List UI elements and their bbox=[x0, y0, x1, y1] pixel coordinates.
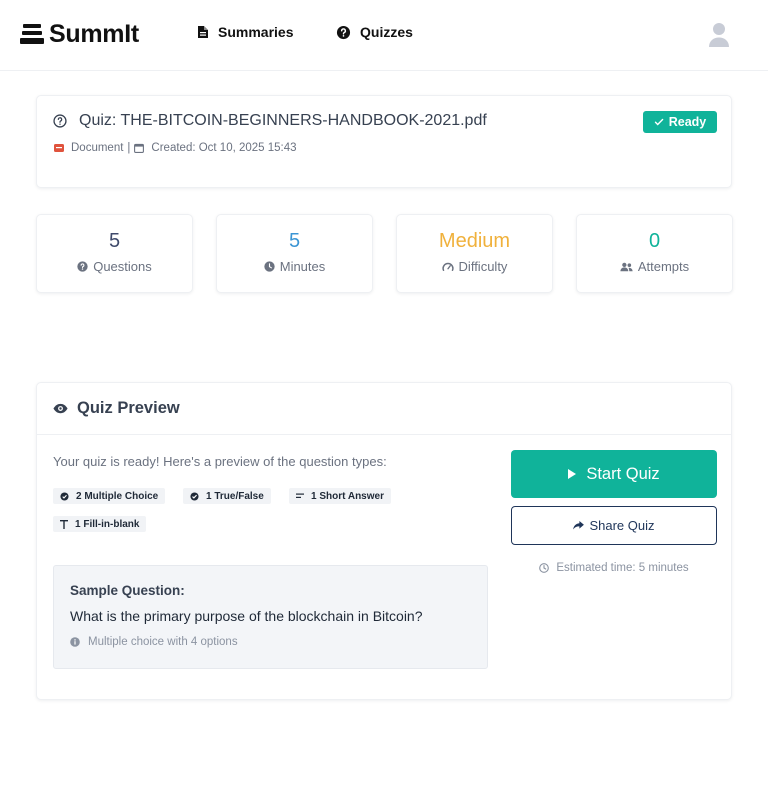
created-date: Created: Oct 10, 2025 15:43 bbox=[151, 142, 297, 154]
chip-fill-in-blank: 1 Fill-in-blank bbox=[53, 516, 147, 532]
status-badge-label: Ready bbox=[668, 115, 707, 129]
chip-label: 2 Multiple Choice bbox=[76, 490, 159, 502]
stat-card-minutes: 5 Minutes bbox=[216, 214, 373, 293]
stat-card-difficulty: Medium Difficulty bbox=[396, 214, 553, 293]
source-type: Document bbox=[71, 142, 124, 154]
stat-label: Minutes bbox=[279, 259, 326, 274]
quiz-title: Quiz: THE-BITCOIN-BEGINNERS-HANDBOOK-202… bbox=[79, 112, 487, 129]
clock-icon bbox=[539, 563, 550, 573]
preview-header: Quiz Preview bbox=[37, 383, 731, 435]
eye-icon bbox=[53, 403, 68, 414]
brand-name: SummIt bbox=[49, 20, 139, 48]
quiz-preview-card: Quiz Preview Your quiz is ready! Here's … bbox=[36, 382, 732, 700]
quiz-header-card: Quiz: THE-BITCOIN-BEGINNERS-HANDBOOK-202… bbox=[36, 95, 732, 188]
quiz-title-row: Quiz: THE-BITCOIN-BEGINNERS-HANDBOOK-202… bbox=[53, 112, 487, 130]
quiz-meta: Document | Created: Oct 10, 2025 15:43 bbox=[54, 142, 297, 154]
nav-summaries[interactable]: Summaries bbox=[197, 24, 293, 40]
status-badge: Ready bbox=[643, 111, 717, 133]
stat-label: Difficulty bbox=[458, 259, 508, 274]
stat-value: 0 bbox=[648, 230, 661, 252]
stat-label: Attempts bbox=[637, 259, 690, 274]
user-icon[interactable] bbox=[707, 22, 731, 48]
share-quiz-label: Share Quiz bbox=[589, 518, 655, 533]
pdf-file-icon bbox=[54, 144, 64, 152]
nav-quizzes[interactable]: Quizzes bbox=[336, 24, 413, 40]
share-icon bbox=[573, 521, 585, 530]
sample-question-label: Sample Question: bbox=[70, 583, 185, 598]
check-circle-icon bbox=[190, 491, 199, 501]
stat-card-questions: 5 Questions bbox=[36, 214, 193, 293]
share-quiz-button[interactable]: Share Quiz bbox=[511, 506, 717, 545]
stat-value: Medium bbox=[438, 230, 511, 252]
users-icon bbox=[620, 262, 633, 271]
clock-icon bbox=[264, 261, 275, 272]
play-icon bbox=[568, 469, 577, 479]
calendar-icon bbox=[134, 143, 145, 153]
chip-true-false: 1 True/False bbox=[183, 488, 271, 504]
preview-intro: Your quiz is ready! Here's a preview of … bbox=[53, 454, 387, 469]
start-quiz-label: Start Quiz bbox=[586, 464, 660, 483]
sample-note-text: Multiple choice with 4 options bbox=[88, 636, 238, 648]
stat-card-attempts: 0 Attempts bbox=[576, 214, 733, 293]
text-icon bbox=[60, 519, 68, 529]
brand[interactable]: SummIt bbox=[20, 20, 139, 49]
preview-title: Quiz Preview bbox=[77, 399, 180, 417]
start-quiz-button[interactable]: Start Quiz bbox=[511, 450, 717, 498]
chip-label: 1 True/False bbox=[206, 490, 264, 502]
stat-label-row: Questions bbox=[37, 259, 192, 274]
question-circle-icon bbox=[77, 261, 88, 272]
stat-value: 5 bbox=[288, 230, 301, 252]
info-icon bbox=[70, 637, 80, 647]
top-navbar: SummIt Summaries Quizzes bbox=[0, 0, 768, 71]
question-circle-icon bbox=[336, 25, 351, 39]
meta-separator: | bbox=[127, 142, 131, 154]
stat-label-row: Minutes bbox=[217, 259, 372, 274]
sample-question-box: Sample Question: What is the primary pur… bbox=[53, 565, 488, 669]
chip-short-answer: 1 Short Answer bbox=[289, 488, 391, 504]
document-icon bbox=[198, 26, 208, 38]
short-text-icon bbox=[296, 493, 304, 498]
sample-question-note: Multiple choice with 4 options bbox=[70, 636, 238, 648]
stat-value: 5 bbox=[108, 230, 121, 252]
list-check-icon bbox=[60, 491, 69, 501]
question-circle-icon bbox=[53, 114, 67, 128]
nav-summaries-label: Summaries bbox=[218, 24, 294, 40]
estimated-time: Estimated time: 5 minutes bbox=[511, 562, 717, 574]
gauge-icon bbox=[441, 262, 454, 271]
brand-logo-icon bbox=[20, 23, 44, 46]
sample-question-text: What is the primary purpose of the block… bbox=[70, 608, 423, 624]
stat-label-row: Attempts bbox=[577, 259, 732, 274]
chip-label: 1 Short Answer bbox=[311, 490, 384, 502]
chip-label: 1 Fill-in-blank bbox=[75, 518, 140, 530]
stat-label-row: Difficulty bbox=[397, 259, 552, 274]
nav-quizzes-label: Quizzes bbox=[360, 24, 413, 40]
chip-multiple-choice: 2 Multiple Choice bbox=[53, 488, 166, 504]
check-icon bbox=[654, 118, 664, 126]
estimated-time-text: Estimated time: 5 minutes bbox=[556, 562, 689, 574]
stat-label: Questions bbox=[93, 259, 152, 274]
